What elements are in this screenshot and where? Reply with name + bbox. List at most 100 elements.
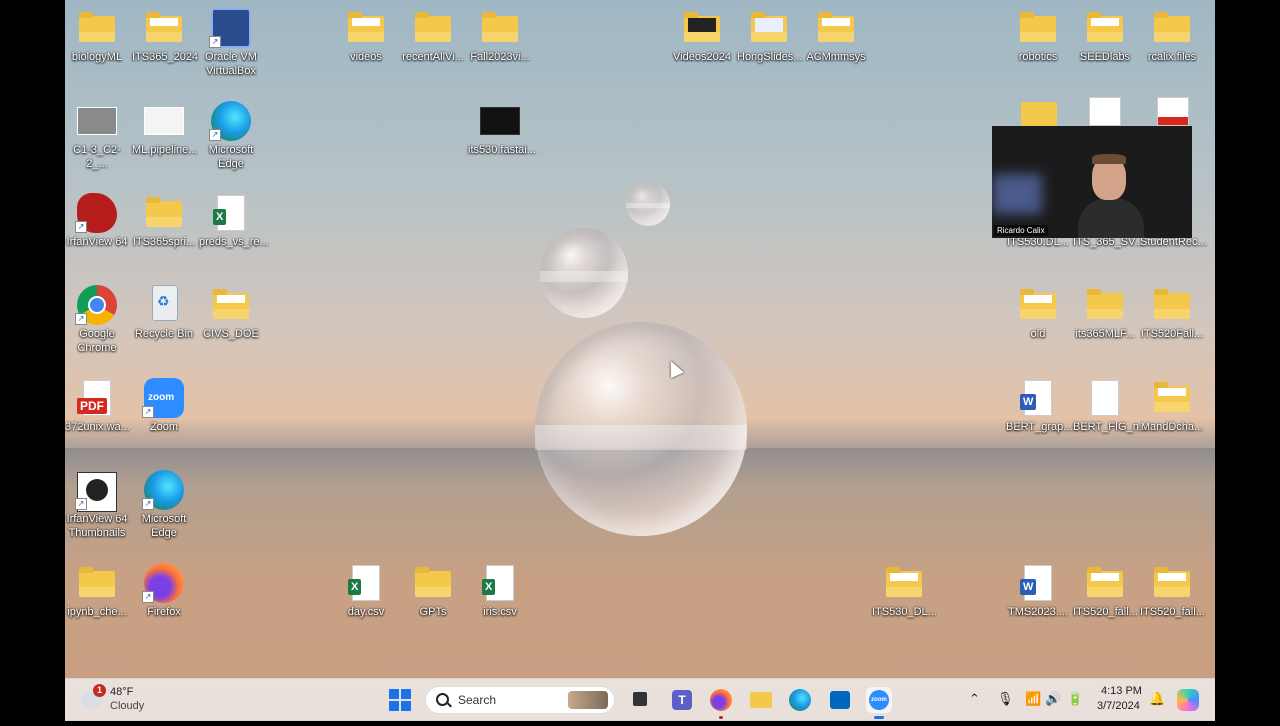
shortcut-arrow-icon: ↗ — [75, 221, 87, 233]
folder-icon — [146, 12, 182, 42]
folder-icon — [684, 12, 720, 42]
taskbar-teams[interactable]: T — [669, 687, 695, 713]
copilot-icon[interactable] — [1177, 689, 1199, 711]
icon-label: C1-3_C2-2_... — [73, 144, 121, 170]
taskbar-file-explorer[interactable] — [748, 687, 774, 713]
desktop-icon-c1-3[interactable]: C1-3_C2-2_... — [65, 97, 129, 171]
desktop-icon-irfanview64[interactable]: ↗ IrfanView 64 — [65, 189, 129, 249]
folder-icon — [146, 197, 182, 227]
desktop-icon-edge2[interactable]: ↗ Microsoft Edge — [132, 466, 196, 540]
wifi-icon[interactable]: 📶 — [1025, 691, 1041, 707]
desktop-icon-mlpipeline[interactable]: ML.pipeline... — [132, 97, 197, 157]
chevron-up-icon[interactable]: ⌃ — [969, 691, 980, 707]
shortcut-arrow-icon: ↗ — [75, 498, 87, 510]
desktop-icon-zoom[interactable]: zoom ↗ Zoom — [132, 374, 196, 434]
desktop-icon-its520fall2[interactable]: ITS520_fall... — [1073, 559, 1138, 619]
desktop-icon-rcalixfiles[interactable]: rcalix.files — [1140, 4, 1204, 64]
webcam-overlay[interactable]: Ricardo Calix — [992, 126, 1192, 238]
firefox-icon — [710, 689, 732, 711]
shortcut-arrow-icon: ↗ — [142, 591, 154, 603]
desktop-icon-videos[interactable]: videos — [334, 4, 398, 64]
desktop-icon-biologyml[interactable]: biologyML — [65, 4, 129, 64]
desktop-icon-its365mlf[interactable]: its365MLF... — [1073, 281, 1137, 341]
taskbar-store[interactable] — [827, 687, 853, 713]
desktop-icon-iriscsv[interactable]: Xiris.csv — [468, 559, 532, 619]
wallpaper-sphere-medium — [540, 228, 628, 318]
desktop-icon-daycsv[interactable]: Xday.csv — [334, 559, 398, 619]
desktop-icon-firefox[interactable]: ↗ Firefox — [132, 559, 196, 619]
desktop-icon-its530dl2[interactable]: ITS530_DL... — [872, 559, 937, 619]
desktop-icon-fall2023vi[interactable]: Fall2023vi... — [468, 4, 532, 64]
desktop-icon-recyclebin[interactable]: ♻ Recycle Bin — [132, 281, 196, 341]
volume-icon[interactable]: 🔊 — [1045, 691, 1061, 707]
weather-condition: Cloudy — [110, 700, 145, 712]
taskbar-edge[interactable] — [787, 687, 813, 713]
icon-label: GPTs — [419, 606, 447, 618]
desktop-icon-its520fall1[interactable]: ITS520Fall... — [1140, 281, 1204, 341]
folder-icon — [1087, 567, 1123, 597]
microphone-icon[interactable]: 🎙 — [997, 691, 1014, 707]
document-file-icon — [1091, 380, 1119, 416]
folder-icon — [751, 12, 787, 42]
icon-label: biologyML — [71, 51, 123, 63]
desktop-icon-its530fastai[interactable]: its530.fastai... — [468, 97, 536, 157]
store-icon — [830, 691, 850, 709]
desktop-icon-ipynbche[interactable]: ipynb_che... — [65, 559, 129, 619]
icon-label: CIVS_DOE — [203, 328, 259, 340]
taskbar-zoom[interactable]: zoom — [866, 687, 892, 719]
desktop-icon-mandcha[interactable]: MandDcha... — [1140, 374, 1204, 434]
desktop-icon-372unix[interactable]: PDF 372unix.wa... — [65, 374, 130, 434]
desktop-icon-bertfig[interactable]: BERT_FIG_n... — [1073, 374, 1148, 434]
shortcut-arrow-icon: ↗ — [142, 406, 154, 418]
desktop-icon-bertgrap[interactable]: W BERT_grap... — [1006, 374, 1072, 434]
icon-label: ITS365_2024 — [132, 51, 199, 63]
icon-label: rcalix.files — [1147, 51, 1197, 63]
search-highlight-image — [568, 691, 608, 709]
icon-label: BERT_FIG_n... — [1073, 421, 1148, 433]
desktop-icon-edge1[interactable]: ↗ Microsoft Edge — [199, 97, 263, 171]
desktop-icon-hongslides[interactable]: HongSlides... — [737, 4, 802, 64]
folder-icon — [1154, 12, 1190, 42]
battery-icon[interactable]: 🔋 — [1067, 691, 1083, 707]
folder-icon — [213, 289, 249, 319]
notification-badge: 1 — [93, 684, 106, 697]
desktop-icon-irfanthumbs[interactable]: ↗ IrfanView 64 Thumbnails — [65, 466, 129, 540]
desktop-icon-its365-2024[interactable]: ITS365_2024 — [132, 4, 199, 64]
folder-icon — [1154, 289, 1190, 319]
teams-icon: T — [672, 690, 692, 710]
icon-label: IrfanView 64 — [66, 236, 128, 248]
desktop-icon-gpts[interactable]: GPTs — [401, 559, 465, 619]
desktop-icon-preds[interactable]: Xpreds_vs_re... — [199, 189, 269, 249]
taskbar-firefox[interactable] — [708, 687, 734, 719]
icon-label: Recycle Bin — [134, 328, 194, 340]
desktop-icon-old[interactable]: old — [1006, 281, 1070, 341]
shortcut-arrow-icon: ↗ — [209, 129, 221, 141]
desktop-icon-virtualbox[interactable]: ↗ Oracle VM VirtualBox — [199, 4, 263, 78]
desktop-icon-acmmmsys[interactable]: ACMmmsys — [804, 4, 868, 64]
search-box[interactable]: Search — [425, 686, 615, 714]
folder-icon — [886, 567, 922, 597]
desktop-icon-videos2024[interactable]: Videos2024 — [670, 4, 734, 64]
desktop-icon-its520fall3[interactable]: ITS520_fall... — [1140, 559, 1205, 619]
desktop-icon-its365spri[interactable]: ITS365spri... — [132, 189, 196, 249]
folder-icon — [415, 567, 451, 597]
clock-date[interactable]: 3/7/2024 — [1097, 700, 1140, 712]
icon-label: TMS2023.... — [1008, 606, 1068, 618]
desktop-icon-seedlabs[interactable]: SEEDlabs — [1073, 4, 1137, 64]
start-button[interactable] — [389, 689, 411, 711]
folder-icon — [750, 692, 772, 708]
desktop-icon-recentallvi[interactable]: recentAllVi... — [401, 4, 465, 64]
desktop-icon-tms2023[interactable]: W TMS2023.... — [1006, 559, 1070, 619]
desktop-icon-robotics[interactable]: robotics — [1006, 4, 1070, 64]
folder-icon — [1020, 289, 1056, 319]
hidden-pdf-icon — [1157, 97, 1189, 126]
clock-time[interactable]: 4:13 PM — [1101, 685, 1142, 697]
icon-label: Google Chrome — [77, 328, 117, 354]
weather-widget[interactable]: 1 48°F Cloudy — [65, 679, 175, 721]
shortcut-arrow-icon: ↗ — [209, 36, 221, 48]
notification-bell-icon[interactable]: 🔔 — [1149, 691, 1165, 707]
icon-label: ITS530_DL... — [872, 606, 937, 618]
taskbar-task-view[interactable] — [628, 687, 654, 713]
desktop-icon-civsdoe[interactable]: CIVS_DOE — [199, 281, 263, 341]
desktop-icon-chrome[interactable]: ↗ Google Chrome — [65, 281, 129, 355]
